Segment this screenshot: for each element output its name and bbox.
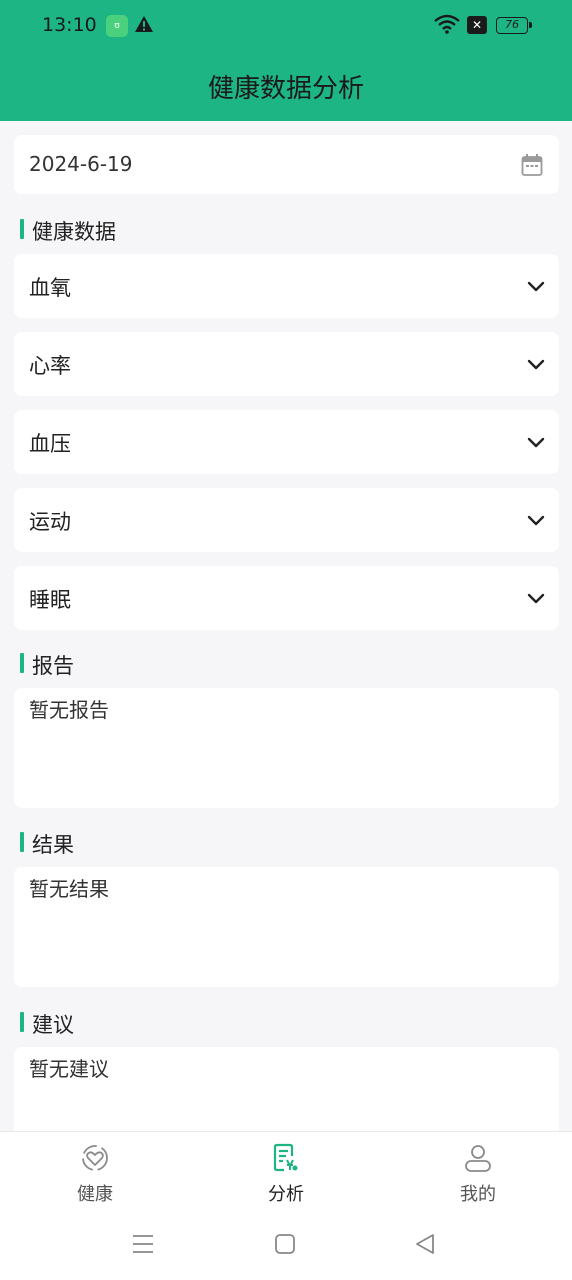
tab-label: 我的 (460, 1184, 496, 1205)
system-nav-bar (0, 1211, 572, 1280)
battery-icon: 76 (496, 17, 532, 34)
dropdown-label: 血压 (29, 432, 71, 456)
sim-x-icon: ✕ (467, 16, 487, 34)
tab-analysis[interactable]: 分析 (226, 1132, 346, 1212)
chevron-down-icon (527, 434, 545, 453)
app-notification-icon: ʊ (106, 15, 128, 37)
dropdown-blood-oxygen[interactable]: 血氧 (14, 254, 559, 318)
report-box: 暂无报告 (14, 688, 559, 808)
warning-icon (134, 15, 154, 37)
date-value: 2024-6-19 (29, 152, 133, 176)
dropdown-label: 血氧 (29, 276, 71, 300)
health-heart-icon (82, 1145, 108, 1171)
chevron-down-icon (527, 356, 545, 375)
chevron-down-icon (527, 590, 545, 609)
section-title-report: 报告 (20, 650, 74, 680)
profile-user-icon (465, 1145, 491, 1172)
menu-icon[interactable] (132, 1233, 154, 1259)
dropdown-label: 心率 (29, 354, 71, 378)
dropdown-exercise[interactable]: 运动 (14, 488, 559, 552)
result-content: 暂无结果 (29, 877, 109, 901)
analysis-document-icon (273, 1143, 298, 1172)
home-icon[interactable] (274, 1233, 296, 1259)
section-title-health-data: 健康数据 (20, 216, 116, 246)
dropdown-sleep[interactable]: 睡眠 (14, 566, 559, 630)
chevron-down-icon (527, 278, 545, 297)
dropdown-heart-rate[interactable]: 心率 (14, 332, 559, 396)
report-content: 暂无报告 (29, 698, 109, 722)
status-bar: 13:10 ʊ ✕ 76 (0, 0, 572, 52)
result-box: 暂无结果 (14, 867, 559, 987)
section-title-result: 结果 (20, 829, 74, 859)
tab-label: 分析 (268, 1184, 304, 1205)
date-picker[interactable]: 2024-6-19 (14, 135, 559, 194)
calendar-icon[interactable] (521, 153, 543, 181)
dropdown-label: 睡眠 (29, 588, 71, 612)
chevron-down-icon (527, 512, 545, 531)
advice-content: 暂无建议 (29, 1057, 109, 1081)
dropdown-label: 运动 (29, 510, 71, 534)
back-icon[interactable] (414, 1233, 436, 1259)
tab-profile[interactable]: 我的 (418, 1132, 538, 1212)
app-header: 健康数据分析 (0, 52, 572, 121)
dropdown-blood-pressure[interactable]: 血压 (14, 410, 559, 474)
page-title: 健康数据分析 (207, 74, 364, 104)
wifi-icon (434, 14, 460, 38)
section-title-advice: 建议 (20, 1009, 74, 1039)
tab-health[interactable]: 健康 (35, 1132, 155, 1212)
tab-label: 健康 (77, 1184, 113, 1205)
status-time: 13:10 (42, 14, 97, 36)
bottom-tab-bar: 健康 分析 我的 (0, 1131, 572, 1211)
